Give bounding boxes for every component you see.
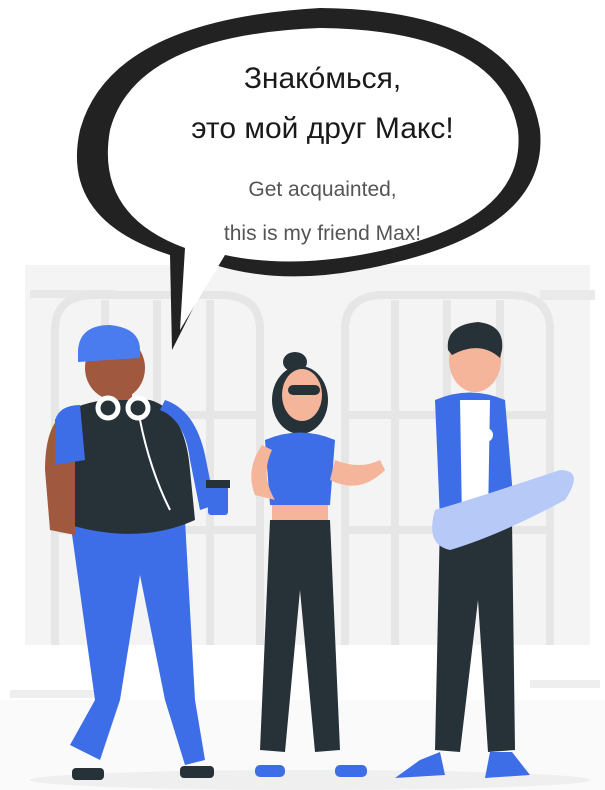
speech-russian-line-2: это мой друг Макс! — [191, 112, 454, 145]
speech-english-line-1: Get acquainted, — [248, 178, 397, 201]
speech-english-line-2: this is my friend Max! — [223, 222, 422, 245]
speech-russian-line-1: Знако́мься, — [243, 62, 402, 95]
